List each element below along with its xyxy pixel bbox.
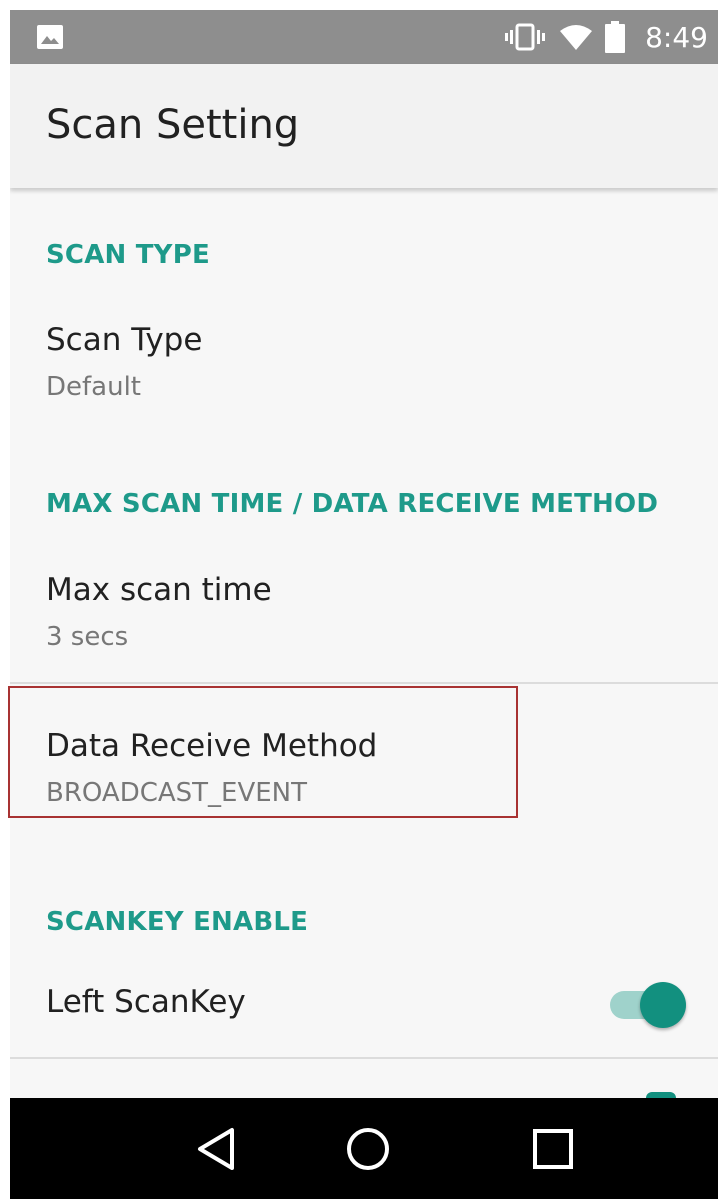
left-scankey-switch[interactable] (610, 982, 686, 1028)
section-header-scan-type: SCAN TYPE (46, 240, 210, 270)
section-header-scankey-enable: SCANKEY ENABLE (46, 907, 309, 937)
app-bar: Scan Setting (10, 64, 718, 188)
home-icon[interactable] (345, 1126, 391, 1172)
recents-icon[interactable] (530, 1126, 576, 1172)
pref-title: Left ScanKey (46, 984, 246, 1020)
status-bar: 8:49 (10, 10, 718, 64)
pref-summary: Default (46, 372, 141, 402)
pref-title: Scan Type (46, 322, 203, 358)
screen: 8:49 Scan Setting SCAN TYPE Scan Type De… (10, 10, 718, 1199)
section-header-max-scan-time: MAX SCAN TIME / DATA RECEIVE METHOD (46, 489, 659, 519)
status-time: 8:49 (645, 20, 708, 54)
pref-summary: 3 secs (46, 622, 129, 652)
page-title: Scan Setting (46, 102, 300, 148)
divider (10, 1057, 718, 1059)
pref-title: Max scan time (46, 572, 272, 608)
navigation-bar (10, 1098, 718, 1199)
vibrate-icon (505, 23, 546, 51)
back-icon[interactable] (194, 1126, 240, 1172)
settings-list: SCAN TYPE Scan Type Default MAX SCAN TIM… (10, 188, 718, 1098)
pref-max-scan-time[interactable]: Max scan time 3 secs (10, 548, 718, 682)
wifi-icon (560, 25, 593, 50)
pref-scan-type[interactable]: Scan Type Default (10, 298, 718, 418)
switch-thumb (640, 982, 686, 1028)
highlight-box (8, 686, 518, 818)
battery-icon (605, 21, 626, 53)
gallery-icon (37, 25, 63, 49)
pref-left-scankey[interactable]: Left ScanKey (10, 958, 718, 1058)
